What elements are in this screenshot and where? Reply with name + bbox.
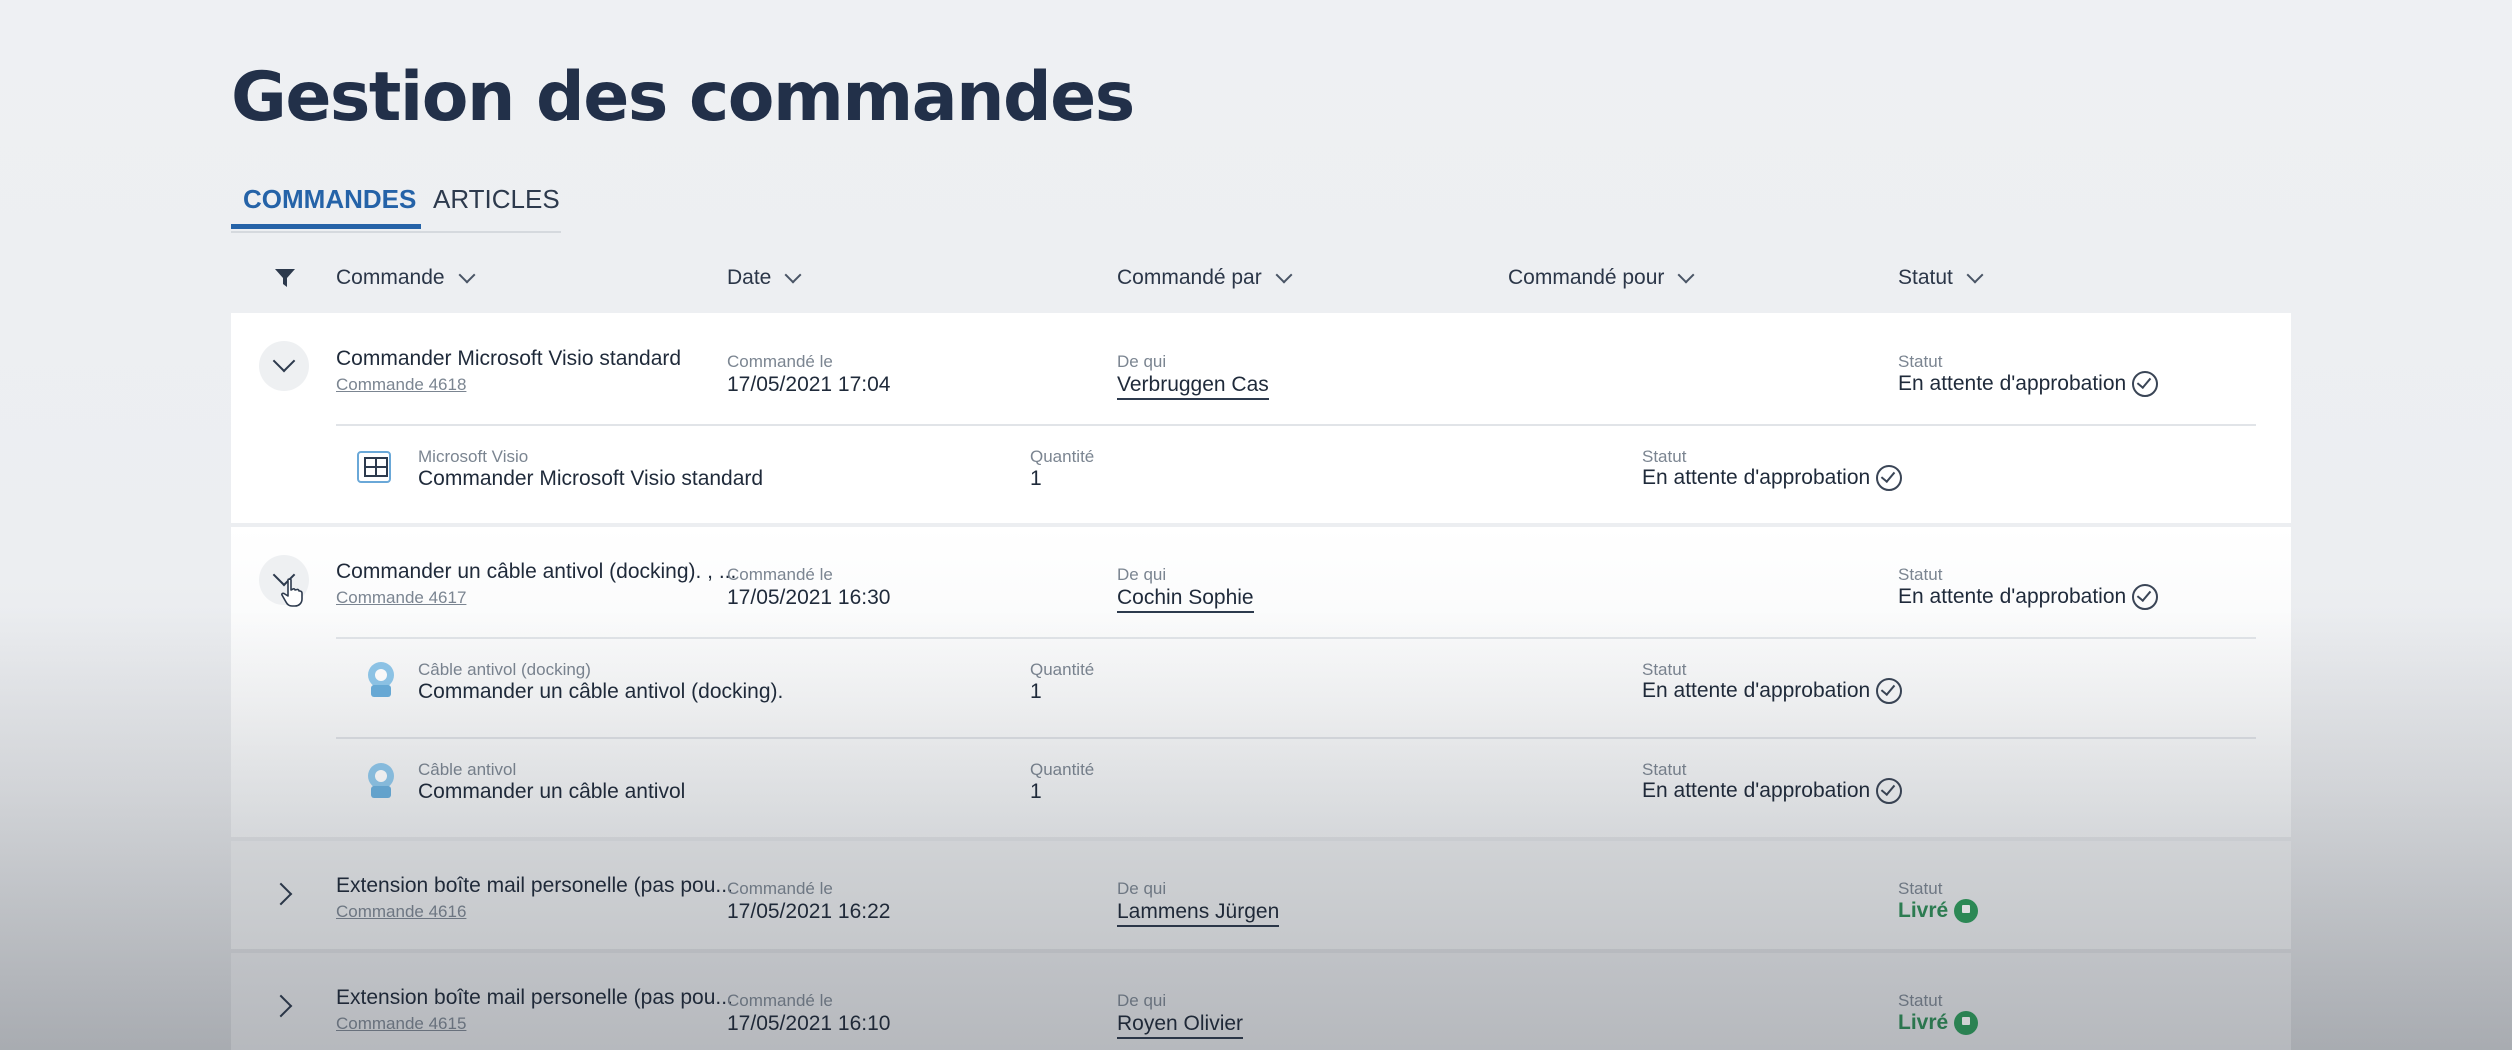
item-status-cell: En attente d'approbation [1642, 464, 1903, 493]
order-date: 17/05/2021 16:10 [727, 1012, 891, 1035]
date-label: Commandé le [727, 352, 833, 371]
check-circle-icon [1876, 464, 1903, 491]
qty-label: Quantité [1030, 760, 1095, 779]
chevron-down-icon [1677, 266, 1695, 284]
expand-toggle[interactable] [259, 869, 309, 919]
order-number-link[interactable]: Commande 4615 [336, 1014, 466, 1034]
check-circle-icon [1876, 677, 1903, 704]
item-status-text: En attente d'approbation [1642, 466, 1871, 489]
order-title: Commander un câble antivol (docking). , … [336, 560, 737, 583]
order-number-link[interactable]: Commande 4616 [336, 902, 466, 922]
page-title: Gestion des commandes [231, 58, 1135, 137]
check-circle-icon [1876, 777, 1903, 804]
item-category: Câble antivol (docking) [418, 660, 591, 679]
item-category: Microsoft Visio [418, 447, 529, 466]
status-text: En attente d'approbation [1898, 372, 2127, 395]
item-qty: 1 [1030, 780, 1042, 803]
chevron-down-icon [784, 266, 802, 284]
status-label: Statut [1898, 352, 1943, 371]
status-text: Livré [1898, 899, 1949, 922]
check-circle-icon [2132, 583, 2159, 610]
column-header-commande-par-label: Commandé par [1117, 266, 1262, 289]
status-label: Statut [1642, 760, 1687, 779]
row-divider [336, 637, 2256, 639]
status-cell: En attente d'approbation [1898, 583, 2159, 612]
status-label: Statut [1642, 447, 1687, 466]
column-header-date-label: Date [727, 266, 772, 289]
ordered-by-link[interactable]: Cochin Sophie [1117, 586, 1254, 613]
by-label: De qui [1117, 991, 1167, 1010]
tab-commandes[interactable]: COMMANDES [231, 184, 421, 229]
order-title: Extension boîte mail personelle (pas pou… [336, 986, 733, 1009]
filter-icon[interactable] [274, 267, 296, 289]
lock-cable-icon [368, 662, 394, 697]
column-header-statut[interactable]: Statut [1898, 263, 1984, 293]
by-label: De qui [1117, 352, 1167, 371]
chevron-down-icon [272, 349, 296, 373]
column-header-date[interactable]: Date [727, 263, 802, 293]
status-label: Statut [1898, 879, 1943, 898]
ordered-by-link[interactable]: Royen Olivier [1117, 1012, 1244, 1039]
status-cell: En attente d'approbation [1898, 370, 2159, 399]
hand-cursor-icon [281, 578, 303, 607]
date-label: Commandé le [727, 879, 833, 898]
tab-articles[interactable]: ARTICLES [433, 184, 560, 229]
chevron-right-icon [269, 994, 293, 1018]
visio-icon [357, 451, 391, 483]
item-qty: 1 [1030, 680, 1042, 703]
item-qty: 1 [1030, 467, 1042, 490]
chevron-down-icon [1966, 266, 1984, 284]
column-header-commande-label: Commande [336, 266, 445, 289]
order-number-link[interactable]: Commande 4618 [336, 375, 466, 395]
order-title: Commander Microsoft Visio standard [336, 347, 682, 370]
row-divider [336, 424, 2256, 426]
qty-label: Quantité [1030, 447, 1095, 466]
item-status-cell: En attente d'approbation [1642, 677, 1903, 706]
order-date: 17/05/2021 16:30 [727, 586, 891, 609]
chevron-down-icon [1275, 266, 1293, 284]
order-title: Extension boîte mail personelle (pas pou… [336, 874, 733, 897]
chevron-right-icon [269, 882, 293, 906]
column-header-commande-pour[interactable]: Commandé pour [1508, 263, 1695, 293]
by-label: De qui [1117, 879, 1167, 898]
order-panel-4618 [231, 313, 2291, 523]
column-header-statut-label: Statut [1898, 266, 1953, 289]
item-name: Commander Microsoft Visio standard [418, 467, 764, 490]
column-header-commande-pour-label: Commandé pour [1508, 266, 1665, 289]
item-name: Commander un câble antivol [418, 780, 686, 803]
status-label: Statut [1898, 991, 1943, 1010]
tab-bar: COMMANDES ARTICLES [231, 176, 561, 233]
column-header-commande-par[interactable]: Commandé par [1117, 263, 1293, 293]
order-date: 17/05/2021 16:22 [727, 900, 891, 923]
item-category: Câble antivol [418, 760, 517, 779]
check-circle-icon [2132, 370, 2159, 397]
ordered-by-link[interactable]: Lammens Jürgen [1117, 900, 1280, 927]
date-label: Commandé le [727, 565, 833, 584]
item-status-text: En attente d'approbation [1642, 679, 1871, 702]
row-divider [336, 737, 2256, 739]
order-date: 17/05/2021 17:04 [727, 373, 891, 396]
column-header-commande[interactable]: Commande [336, 263, 476, 293]
status-cell: Livré [1898, 1010, 1979, 1037]
flag-circle-icon [1954, 898, 1979, 923]
status-text: Livré [1898, 1011, 1949, 1034]
status-cell: Livré [1898, 898, 1979, 925]
ordered-by-link[interactable]: Verbruggen Cas [1117, 373, 1269, 400]
by-label: De qui [1117, 565, 1167, 584]
order-number-link[interactable]: Commande 4617 [336, 588, 466, 608]
status-text: En attente d'approbation [1898, 585, 2127, 608]
date-label: Commandé le [727, 991, 833, 1010]
qty-label: Quantité [1030, 660, 1095, 679]
chevron-down-icon [458, 266, 476, 284]
status-label: Statut [1898, 565, 1943, 584]
lock-cable-icon [368, 763, 394, 798]
status-label: Statut [1642, 660, 1687, 679]
collapse-toggle[interactable] [259, 341, 309, 391]
item-status-cell: En attente d'approbation [1642, 777, 1903, 806]
item-status-text: En attente d'approbation [1642, 779, 1871, 802]
expand-toggle[interactable] [259, 981, 309, 1031]
item-name: Commander un câble antivol (docking). [418, 680, 784, 703]
flag-circle-icon [1954, 1010, 1979, 1035]
